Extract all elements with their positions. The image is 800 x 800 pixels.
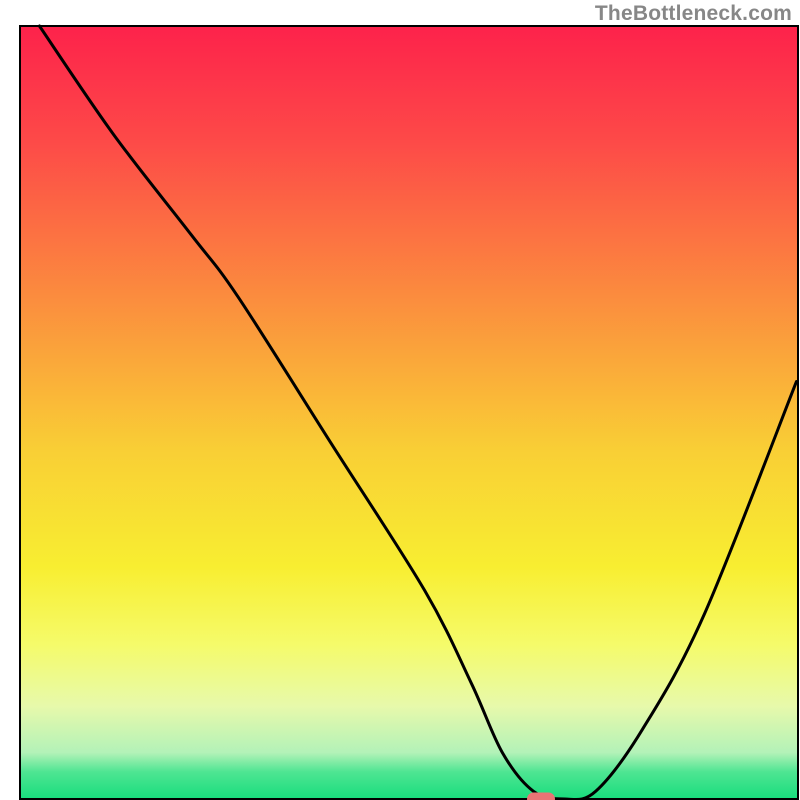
attribution-text: TheBottleneck.com (595, 2, 792, 26)
optimal-marker (527, 793, 555, 800)
chart-container: { "attribution": "TheBottleneck.com", "c… (0, 0, 800, 800)
bottleneck-chart (0, 0, 800, 800)
gradient-background (20, 26, 798, 799)
